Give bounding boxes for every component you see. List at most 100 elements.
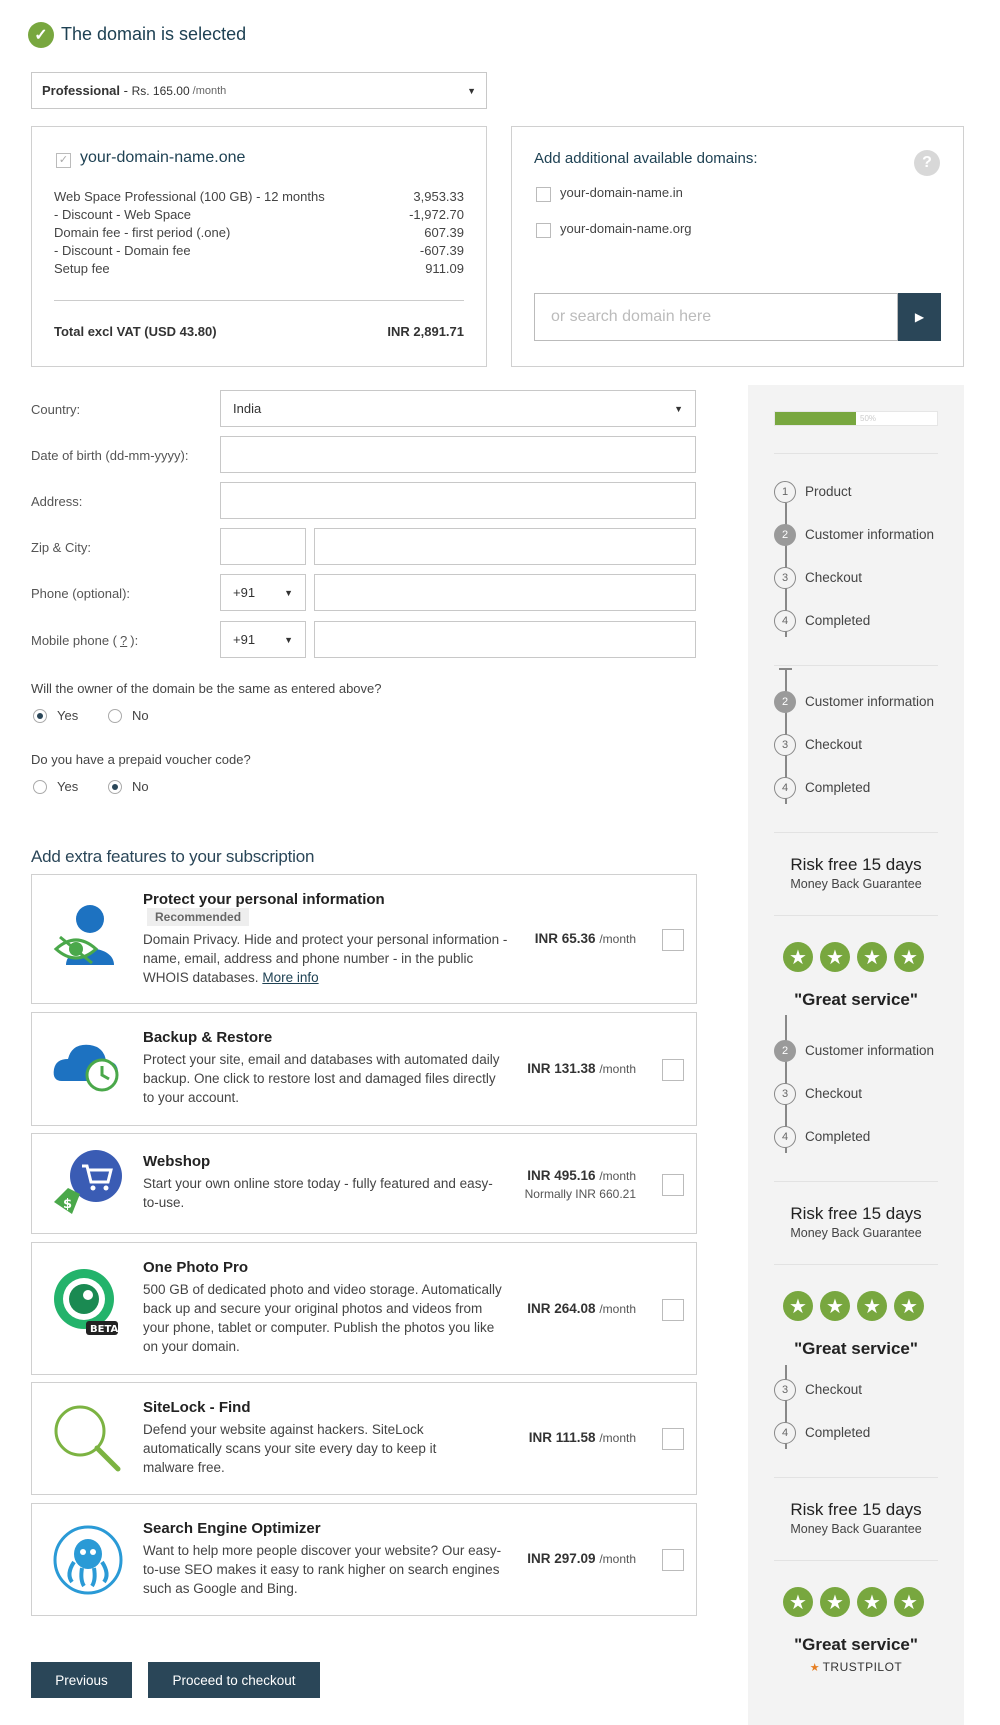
price-value: INR 495.16 — [527, 1168, 596, 1183]
star-icon: ★ — [894, 1587, 924, 1617]
summary-line-label: - Discount - Web Space — [54, 207, 192, 222]
step-2-circle: 2 — [774, 524, 796, 546]
plan-select[interactable]: Professional - Rs. 165.00 /month ▼ — [31, 72, 487, 109]
price-period: /month — [599, 1062, 636, 1076]
step-3-label: Checkout — [805, 737, 863, 752]
extra-checkbox[interactable] — [662, 1549, 684, 1571]
sidebar-divider — [774, 915, 938, 916]
extra-price: INR 111.58 /month — [529, 1430, 636, 1445]
step-2-label: Customer information — [805, 527, 935, 542]
search-submit-button[interactable]: ▶ — [898, 293, 941, 341]
address-input[interactable] — [220, 482, 696, 519]
domain-option-label: your-domain-name.in — [560, 185, 683, 200]
extra-title: Webshop — [143, 1153, 211, 1170]
extra-price: INR 131.38 /month — [527, 1061, 636, 1076]
phone-input[interactable] — [314, 574, 696, 611]
money-back-text: Money Back Guarantee — [790, 877, 922, 891]
phone-code-select[interactable]: +91 ▼ — [220, 574, 306, 611]
star-icon: ★ — [820, 1587, 850, 1617]
domain-checkbox-org[interactable] — [536, 223, 551, 238]
extra-description: Start your own online store today - full… — [143, 1176, 493, 1210]
dob-label: Date of birth (dd-mm-yyyy): — [31, 448, 189, 463]
extra-checkbox[interactable] — [662, 929, 684, 951]
chevron-down-icon: ▼ — [467, 85, 476, 96]
summary-line: - Discount - Domain fee -607.39 — [54, 243, 464, 258]
sidebar-divider — [774, 665, 938, 666]
rating-stars: ★ ★ ★ ★ — [783, 942, 924, 972]
beta-badge: BETA — [90, 1324, 118, 1335]
step-3-label: Checkout — [805, 1086, 863, 1101]
extra-checkbox[interactable] — [662, 1299, 684, 1321]
voucher-no-radio[interactable] — [108, 780, 122, 794]
step-3-circle: 3 — [774, 734, 796, 756]
progress-fill — [775, 412, 856, 425]
more-info-link[interactable]: More info — [262, 970, 318, 985]
trustpilot-star-icon: ★ — [809, 1661, 820, 1674]
summary-line-label: Setup fee — [54, 261, 110, 276]
extra-checkbox[interactable] — [662, 1428, 684, 1450]
voucher-no-label: No — [132, 779, 149, 794]
step-4-label: Completed — [805, 1425, 871, 1440]
previous-button[interactable]: Previous — [31, 1662, 132, 1698]
chevron-down-icon: ▼ — [284, 587, 293, 598]
country-value: India — [233, 401, 262, 416]
extra-price: INR 264.08 /month — [527, 1301, 636, 1316]
extra-title: Backup & Restore — [143, 1029, 273, 1046]
extra-card-webshop: $ Webshop Start your own online store to… — [31, 1133, 697, 1234]
owner-no-radio[interactable] — [108, 709, 122, 723]
voucher-yes-radio[interactable] — [33, 780, 47, 794]
sidebar-divider — [774, 1560, 938, 1561]
step-2-label: Customer information — [805, 694, 935, 709]
summary-line-value: 911.09 — [425, 261, 464, 276]
star-icon: ★ — [857, 1291, 887, 1321]
summary-divider — [54, 300, 464, 301]
mobile-code-select[interactable]: +91 ▼ — [220, 621, 306, 658]
extra-description: Domain Privacy. Hide and protect your pe… — [143, 930, 508, 987]
proceed-checkout-button[interactable]: Proceed to checkout — [148, 1662, 320, 1698]
star-icon: ★ — [894, 1291, 924, 1321]
domain-checkbox: ✓ — [56, 153, 71, 168]
price-value: INR 131.38 — [527, 1061, 596, 1076]
domain-search-input[interactable]: or search domain here — [534, 293, 898, 341]
extra-checkbox[interactable] — [662, 1059, 684, 1081]
price-period: /month — [599, 1552, 636, 1566]
mobile-label-post: ): — [130, 633, 139, 648]
price-value: INR 264.08 — [527, 1301, 596, 1316]
phone-code: +91 — [233, 585, 256, 600]
octopus-icon — [53, 1525, 123, 1595]
summary-line-value: -607.39 — [419, 243, 464, 258]
zip-city-label: Zip & City: — [31, 540, 91, 555]
chevron-down-icon: ▼ — [284, 634, 293, 645]
great-service-text: "Great service" — [794, 1339, 918, 1358]
great-service-text: "Great service" — [794, 1635, 918, 1654]
extra-description: 500 GB of dedicated photo and video stor… — [143, 1282, 502, 1354]
owner-yes-radio[interactable] — [33, 709, 47, 723]
dob-input[interactable] — [220, 436, 696, 473]
help-icon[interactable]: ? — [914, 150, 940, 176]
zip-input[interactable] — [220, 528, 306, 565]
risk-free-title: Risk free 15 days — [790, 855, 922, 874]
star-icon: ★ — [783, 1291, 813, 1321]
magnifier-icon — [54, 1405, 121, 1472]
star-icon: ★ — [783, 942, 813, 972]
trustpilot-logo: ★ TRUSTPILOT — [748, 1660, 964, 1674]
trustpilot-text: TRUSTPILOT — [822, 1660, 903, 1674]
additional-domains-panel: Add additional available domains: ? your… — [511, 126, 964, 367]
svg-text:$: $ — [63, 1197, 72, 1212]
order-summary: ✓ your-domain-name.one Web Space Profess… — [31, 126, 487, 367]
extra-price: INR 65.36 /month — [535, 931, 636, 946]
price-period: /month — [599, 1302, 636, 1316]
rating-stars: ★ ★ ★ ★ — [783, 1291, 924, 1321]
country-select[interactable]: India ▼ — [220, 390, 696, 427]
mobile-code: +91 — [233, 632, 256, 647]
mobile-input[interactable] — [314, 621, 696, 658]
domain-checkbox-in[interactable] — [536, 187, 551, 202]
star-icon: ★ — [783, 1587, 813, 1617]
step-4-label: Completed — [805, 613, 871, 628]
sidebar-divider — [774, 1181, 938, 1182]
city-input[interactable] — [314, 528, 696, 565]
progress-bar — [774, 411, 938, 426]
mobile-help-link[interactable]: ? — [120, 633, 127, 648]
extra-description: Protect your site, email and databases w… — [143, 1052, 500, 1105]
extra-checkbox[interactable] — [662, 1174, 684, 1196]
